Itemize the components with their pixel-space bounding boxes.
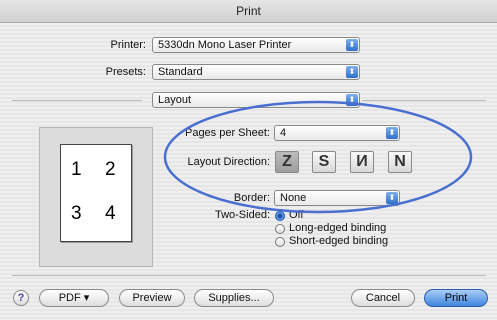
cancel-button[interactable]: Cancel: [351, 289, 415, 307]
preview-button[interactable]: Preview: [119, 289, 185, 307]
separator: [12, 275, 486, 276]
pdf-button[interactable]: PDF ▾: [39, 289, 109, 307]
highlight-ellipse: [163, 100, 473, 214]
help-button[interactable]: ?: [13, 290, 29, 306]
supplies-button[interactable]: Supplies...: [194, 289, 274, 307]
print-button[interactable]: Print: [424, 289, 488, 307]
